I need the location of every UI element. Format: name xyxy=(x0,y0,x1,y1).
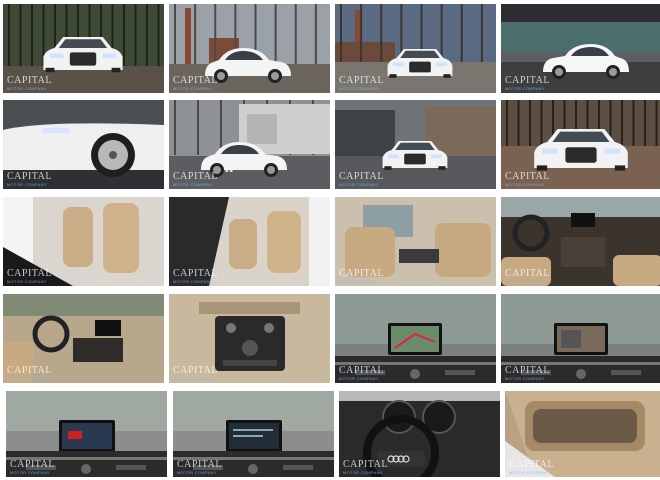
watermark-logo: CAPITAL MOTOR COMPANY xyxy=(339,76,384,91)
photo-thumbnail[interactable]: CAPITAL MOTOR COMPANY xyxy=(335,294,496,383)
photo-thumbnail[interactable]: CAPITAL MOTOR COMPANY xyxy=(339,391,500,477)
watermark-brand: CAPITAL xyxy=(7,75,52,86)
watermark-tagline: MOTOR COMPANY xyxy=(173,182,213,187)
watermark-logo: CAPITAL MOTOR COMPANY xyxy=(7,76,52,91)
watermark-tagline: MOTOR COMPANY xyxy=(505,182,545,187)
photo-thumbnail[interactable]: CAPITAL MOTOR COMPANY xyxy=(501,294,660,383)
watermark-brand: CAPITAL xyxy=(505,171,550,182)
photo-thumbnail[interactable]: CAPITAL MOTOR COMPANY xyxy=(3,197,164,286)
watermark-logo: CAPITAL MOTOR COMPANY xyxy=(505,76,550,91)
watermark-logo: CAPITAL MOTOR COMPANY xyxy=(173,366,218,381)
photo-thumbnail[interactable]: CAPITAL MOTOR COMPANY xyxy=(3,294,164,383)
watermark-logo: CAPITAL MOTOR COMPANY xyxy=(10,460,55,475)
watermark-tagline: MOTOR COMPANY xyxy=(339,279,379,284)
watermark-tagline: MOTOR COMPANY xyxy=(10,470,50,475)
watermark-logo: CAPITAL MOTOR COMPANY xyxy=(173,76,218,91)
photo-thumbnail[interactable]: CAPITAL MOTOR COMPANY xyxy=(501,197,660,286)
watermark-logo: CAPITAL MOTOR COMPANY xyxy=(339,366,384,381)
photo-thumbnail[interactable]: CAPITAL MOTOR COMPANY xyxy=(3,4,164,93)
watermark-tagline: MOTOR COMPANY xyxy=(509,470,549,475)
watermark-brand: CAPITAL xyxy=(173,75,218,86)
watermark-tagline: MOTOR COMPANY xyxy=(177,470,217,475)
watermark-tagline: MOTOR COMPANY xyxy=(505,376,545,381)
watermark-logo: CAPITAL MOTOR COMPANY xyxy=(173,172,218,187)
photo-thumbnail[interactable]: CAPITAL MOTOR COMPANY xyxy=(169,100,330,189)
watermark-logo: CAPITAL MOTOR COMPANY xyxy=(505,172,550,187)
photo-thumbnail[interactable]: CAPITAL MOTOR COMPANY xyxy=(169,197,330,286)
watermark-tagline: MOTOR COMPANY xyxy=(173,279,213,284)
watermark-tagline: MOTOR COMPANY xyxy=(7,182,47,187)
watermark-tagline: MOTOR COMPANY xyxy=(339,86,379,91)
watermark-brand: CAPITAL xyxy=(7,171,52,182)
photo-thumbnail[interactable]: CAPITAL MOTOR COMPANY xyxy=(501,4,660,93)
photo-thumbnail[interactable]: CAPITAL MOTOR COMPANY xyxy=(3,100,164,189)
watermark-brand: CAPITAL xyxy=(173,171,218,182)
watermark-logo: CAPITAL MOTOR COMPANY xyxy=(339,269,384,284)
watermark-brand: CAPITAL xyxy=(173,365,218,376)
photo-thumbnail[interactable]: CAPITAL MOTOR COMPANY xyxy=(335,197,496,286)
watermark-tagline: MOTOR COMPANY xyxy=(7,376,47,381)
watermark-brand: CAPITAL xyxy=(505,268,550,279)
watermark-tagline: MOTOR COMPANY xyxy=(339,376,379,381)
watermark-brand: CAPITAL xyxy=(339,268,384,279)
watermark-tagline: MOTOR COMPANY xyxy=(505,279,545,284)
watermark-brand: CAPITAL xyxy=(339,171,384,182)
watermark-logo: CAPITAL MOTOR COMPANY xyxy=(177,460,222,475)
watermark-tagline: MOTOR COMPANY xyxy=(505,86,545,91)
watermark-logo: CAPITAL MOTOR COMPANY xyxy=(343,460,388,475)
photo-thumbnail[interactable]: CAPITAL MOTOR COMPANY xyxy=(6,391,167,477)
watermark-brand: CAPITAL xyxy=(505,365,550,376)
photo-thumbnail[interactable]: CAPITAL MOTOR COMPANY xyxy=(335,100,496,189)
watermark-brand: CAPITAL xyxy=(10,459,55,470)
watermark-logo: CAPITAL MOTOR COMPANY xyxy=(7,269,52,284)
watermark-logo: CAPITAL MOTOR COMPANY xyxy=(509,460,554,475)
watermark-logo: CAPITAL MOTOR COMPANY xyxy=(7,172,52,187)
watermark-brand: CAPITAL xyxy=(343,459,388,470)
photo-gallery: CAPITAL MOTOR COMPANY CAPITAL MOTOR COMPAN… xyxy=(0,0,660,480)
watermark-tagline: MOTOR COMPANY xyxy=(7,86,47,91)
watermark-brand: CAPITAL xyxy=(339,365,384,376)
watermark-logo: CAPITAL MOTOR COMPANY xyxy=(339,172,384,187)
photo-thumbnail[interactable]: CAPITAL MOTOR COMPANY xyxy=(169,294,330,383)
watermark-logo: CAPITAL MOTOR COMPANY xyxy=(505,366,550,381)
watermark-brand: CAPITAL xyxy=(173,268,218,279)
watermark-tagline: MOTOR COMPANY xyxy=(7,279,47,284)
watermark-brand: CAPITAL xyxy=(7,268,52,279)
watermark-logo: CAPITAL MOTOR COMPANY xyxy=(505,269,550,284)
photo-thumbnail[interactable]: CAPITAL MOTOR COMPANY xyxy=(501,100,660,189)
photo-thumbnail[interactable]: CAPITAL MOTOR COMPANY xyxy=(169,4,330,93)
watermark-tagline: MOTOR COMPANY xyxy=(173,376,213,381)
watermark-tagline: MOTOR COMPANY xyxy=(339,182,379,187)
watermark-tagline: MOTOR COMPANY xyxy=(173,86,213,91)
watermark-brand: CAPITAL xyxy=(505,75,550,86)
photo-thumbnail[interactable]: CAPITAL MOTOR COMPANY xyxy=(505,391,660,477)
watermark-brand: CAPITAL xyxy=(7,365,52,376)
photo-thumbnail[interactable]: CAPITAL MOTOR COMPANY xyxy=(335,4,496,93)
watermark-brand: CAPITAL xyxy=(339,75,384,86)
watermark-tagline: MOTOR COMPANY xyxy=(343,470,383,475)
watermark-brand: CAPITAL xyxy=(177,459,222,470)
watermark-logo: CAPITAL MOTOR COMPANY xyxy=(7,366,52,381)
photo-thumbnail[interactable]: CAPITAL MOTOR COMPANY xyxy=(173,391,334,477)
watermark-logo: CAPITAL MOTOR COMPANY xyxy=(173,269,218,284)
watermark-brand: CAPITAL xyxy=(509,459,554,470)
